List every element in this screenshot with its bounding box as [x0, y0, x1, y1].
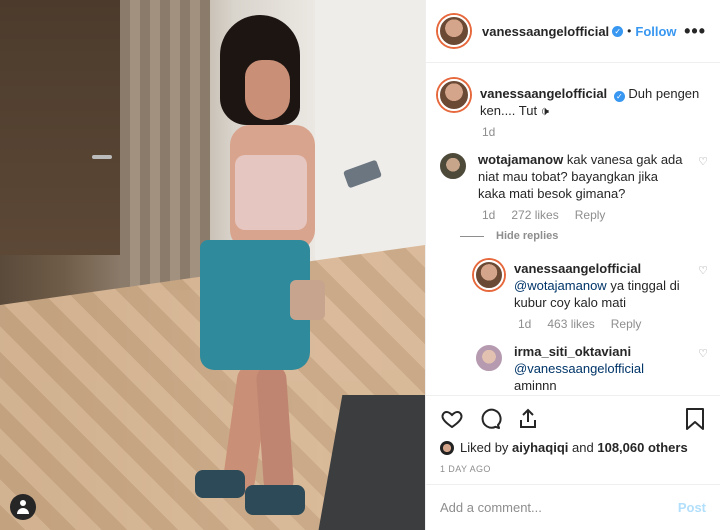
reply-avatar[interactable]: [474, 343, 504, 373]
post-photo[interactable]: [0, 0, 425, 530]
caption-meta: 1d: [482, 125, 708, 139]
reply-likes[interactable]: 463 likes: [547, 317, 594, 331]
author-avatar[interactable]: [438, 15, 470, 47]
reply-reply-button[interactable]: Reply: [611, 317, 642, 331]
reply-avatar[interactable]: [474, 260, 504, 290]
reply-text: aminnn: [514, 378, 557, 393]
author-username[interactable]: vanessaangelofficial: [482, 24, 609, 39]
reply-username[interactable]: irma_siti_oktaviani: [514, 344, 631, 359]
verified-icon: ✓: [613, 91, 625, 102]
caption-username[interactable]: vanessaangelofficial: [480, 86, 607, 101]
comment-input[interactable]: Add a comment...: [440, 500, 678, 515]
comments-list[interactable]: vanessaangelofficial ✓ Duh pengen ken...…: [426, 63, 720, 395]
comment-time[interactable]: 1d: [482, 208, 495, 222]
comment-meta: 1d 272 likes Reply: [482, 208, 708, 222]
comment-box: Add a comment... Post: [426, 484, 720, 530]
caption-time[interactable]: 1d: [482, 125, 495, 139]
comment-icon[interactable]: [478, 407, 502, 431]
tagged-user-icon[interactable]: [10, 494, 36, 520]
verified-icon: ✓: [612, 25, 624, 37]
comment-avatar[interactable]: [438, 151, 468, 181]
reply: irma_siti_oktaviani @vanessaangelofficia…: [474, 343, 708, 394]
post-actions: Liked by aiyhaqiqi and 108,060 others 1 …: [426, 395, 720, 474]
post-header: vanessaangelofficial ✓ • Follow •••: [426, 0, 720, 63]
reply-meta: 1d 463 likes Reply: [518, 317, 708, 331]
likes-summary: Liked by aiyhaqiqi and 108,060 others: [440, 440, 706, 455]
comment: wotajamanow kak vanesa gak ada niat mau …: [438, 151, 708, 202]
comment-reply-button[interactable]: Reply: [575, 208, 606, 222]
reply-mention[interactable]: @wotajamanow: [514, 278, 607, 293]
caption-avatar[interactable]: [438, 79, 470, 111]
share-icon[interactable]: [516, 407, 540, 431]
post-timestamp[interactable]: 1 DAY AGO: [440, 464, 706, 474]
bookmark-icon[interactable]: [684, 407, 706, 431]
like-reply-icon[interactable]: ♡: [698, 264, 708, 311]
liker-avatar[interactable]: [440, 440, 454, 455]
liked-by-prefix: Liked by: [460, 440, 509, 455]
reply: vanessaangelofficial @wotajamanow ya tin…: [474, 260, 708, 311]
reply-time[interactable]: 1d: [518, 317, 531, 331]
follow-button[interactable]: Follow: [635, 24, 676, 39]
reply-username[interactable]: vanessaangelofficial: [514, 261, 641, 276]
liked-by-and: and: [572, 440, 594, 455]
separator-dot: •: [627, 24, 632, 38]
more-options-icon[interactable]: •••: [684, 21, 706, 42]
like-icon[interactable]: [440, 407, 464, 431]
comment-username[interactable]: wotajamanow: [478, 152, 563, 167]
post-panel: vanessaangelofficial ✓ • Follow ••• vane…: [425, 0, 720, 530]
hide-replies-button[interactable]: Hide replies: [460, 230, 708, 242]
like-comment-icon[interactable]: ♡: [698, 155, 708, 202]
liked-by-user[interactable]: aiyhaqiqi: [512, 440, 568, 455]
post-button[interactable]: Post: [678, 500, 706, 515]
reply-mention[interactable]: @vanessaangelofficial: [514, 361, 644, 376]
photo-person: [195, 15, 383, 520]
caption: vanessaangelofficial ✓ Duh pengen ken...…: [438, 79, 708, 119]
photo-door: [0, 0, 125, 255]
likes-count[interactable]: 108,060 others: [597, 440, 687, 455]
comment-likes[interactable]: 272 likes: [511, 208, 558, 222]
like-reply-icon[interactable]: ♡: [698, 347, 708, 394]
